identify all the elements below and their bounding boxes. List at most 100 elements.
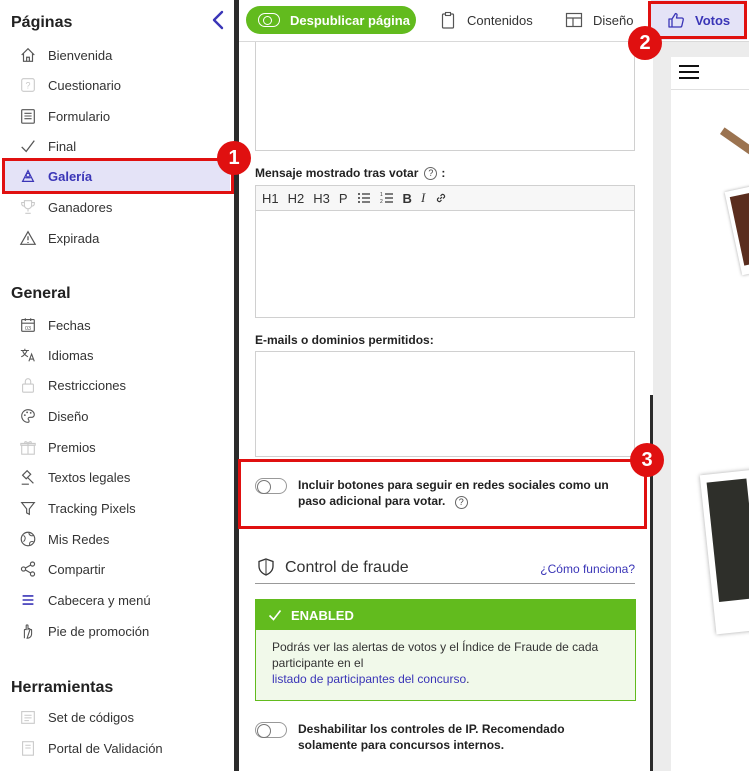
tab-contenidos[interactable]: Contenidos <box>439 0 533 40</box>
emails-label: E-mails o dominios permitidos: <box>255 333 434 347</box>
svg-text:?: ? <box>25 81 30 91</box>
sidebar-item-label: Restricciones <box>48 377 127 393</box>
gavel-icon <box>18 467 38 487</box>
translate-icon <box>18 345 38 365</box>
gift-icon <box>18 437 38 457</box>
sidebar-item-idiomas[interactable]: Idiomas <box>4 340 230 370</box>
callout-badge-1: 1 <box>217 141 251 175</box>
code-icon <box>18 707 38 727</box>
hamburger-menu-icon[interactable] <box>679 64 699 80</box>
fraud-enabled-panel: ENABLED Podrás ver las alertas de votos … <box>255 599 636 701</box>
participants-list-link[interactable]: listado de participantes del concurso <box>272 672 466 686</box>
preview-page <box>671 57 749 771</box>
how-it-works-link[interactable]: ¿Cómo funciona? <box>540 562 635 576</box>
calendar-icon: 03 <box>18 315 38 335</box>
enabled-period: . <box>466 672 470 686</box>
sidebar: Páginas Bienvenida ? Cuestionario Formul… <box>0 0 234 771</box>
help-icon[interactable]: ? <box>424 166 438 180</box>
previous-textarea[interactable] <box>255 42 635 151</box>
editor-panel: Mensaje mostrado tras votar ? : H1 H2 H3… <box>239 42 651 771</box>
sidebar-item-pie-promocion[interactable]: Pie de promoción <box>4 616 230 646</box>
home-icon <box>18 45 38 65</box>
hand-icon <box>18 621 38 641</box>
tab-diseno[interactable]: Diseño <box>565 0 633 40</box>
sidebar-item-label: Diseño <box>48 408 89 424</box>
link-icon[interactable] <box>434 191 448 205</box>
sidebar-item-textos-legales[interactable]: Textos legales <box>4 462 230 492</box>
svg-text:03: 03 <box>25 326 31 332</box>
sidebar-item-label: Final <box>48 138 77 154</box>
callout-badge-3: 3 <box>630 443 664 477</box>
ip-controls-toggle[interactable] <box>255 722 287 738</box>
sidebar-item-formulario[interactable]: Formulario <box>4 101 230 131</box>
clipboard-icon <box>439 11 457 29</box>
bold-icon[interactable]: B <box>403 191 412 206</box>
sidebar-item-tracking-pixels[interactable]: Tracking Pixels <box>4 493 230 523</box>
sidebar-item-restricciones[interactable]: Restricciones <box>4 370 230 400</box>
warning-icon <box>18 228 38 248</box>
sidebar-item-label: Fechas <box>48 317 91 333</box>
sidebar-item-label: Portal de Validación <box>48 740 163 756</box>
sidebar-item-ganadores[interactable]: Ganadores <box>4 192 230 222</box>
unpublish-button[interactable]: Despublicar página <box>246 6 416 34</box>
sidebar-item-mis-redes[interactable]: Mis Redes <box>4 524 230 554</box>
h3-button[interactable]: H3 <box>313 191 330 206</box>
portal-icon <box>18 738 38 758</box>
sidebar-item-label: Pie de promoción <box>48 623 150 639</box>
sidebar-item-label: Premios <box>48 439 96 455</box>
fraud-control-header: Control de fraude ¿Cómo funciona? <box>255 554 635 584</box>
sidebar-item-label: Set de códigos <box>48 709 135 725</box>
lock-icon <box>18 375 38 395</box>
layout-icon <box>565 11 583 29</box>
sidebar-item-compartir[interactable]: Compartir <box>4 554 230 584</box>
emails-textarea[interactable] <box>255 351 635 457</box>
collapse-sidebar-button[interactable] <box>209 10 227 30</box>
sidebar-item-final[interactable]: Final <box>4 131 230 161</box>
h1-button[interactable]: H1 <box>262 191 279 206</box>
enabled-header: ENABLED <box>256 600 635 630</box>
sidebar-item-expirada[interactable]: Expirada <box>4 223 230 253</box>
sidebar-item-fechas[interactable]: 03 Fechas <box>4 310 230 340</box>
sidebar-item-bienvenida[interactable]: Bienvenida <box>4 40 230 70</box>
menu-icon <box>18 590 38 610</box>
sidebar-item-label: Compartir <box>48 561 106 577</box>
bullet-list-icon[interactable] <box>357 191 371 205</box>
italic-icon[interactable]: I <box>421 190 425 206</box>
callout-box-votos <box>648 1 747 39</box>
sidebar-item-label: Textos legales <box>48 469 131 485</box>
section-title-paginas: Páginas <box>11 14 73 31</box>
callout-box-social <box>238 459 647 529</box>
enabled-label: ENABLED <box>291 607 354 623</box>
tab-label: Contenidos <box>467 12 533 28</box>
svg-text:1: 1 <box>380 192 383 198</box>
h2-button[interactable]: H2 <box>288 191 305 206</box>
enabled-description: Podrás ver las alertas de votos y el Índ… <box>256 630 635 687</box>
fraud-control-title: Control de fraude <box>285 559 409 576</box>
numbered-list-icon[interactable]: 12 <box>380 191 394 205</box>
sidebar-item-label: Mis Redes <box>48 531 110 547</box>
sidebar-item-portal-validacion[interactable]: Portal de Validación <box>4 733 230 763</box>
ip-controls-label: Deshabilitar los controles de IP. Recome… <box>298 722 565 752</box>
sidebar-item-label: Ganadores <box>48 199 113 215</box>
sidebar-item-premios[interactable]: Premios <box>4 432 230 462</box>
sidebar-item-set-codigos[interactable]: Set de códigos <box>4 702 230 732</box>
message-editor[interactable]: H1 H2 H3 P 12 B I <box>255 185 635 318</box>
sidebar-item-diseno[interactable]: Diseño <box>4 401 230 431</box>
shield-icon <box>258 558 274 576</box>
sidebar-item-cuestionario[interactable]: ? Cuestionario <box>4 70 230 100</box>
toggle-icon <box>258 13 280 27</box>
tab-label: Diseño <box>593 12 634 28</box>
message-label: Mensaje mostrado tras votar ? : <box>255 166 445 180</box>
preview-divider <box>671 89 749 90</box>
section-title-herramientas: Herramientas <box>11 679 114 696</box>
sidebar-item-label: Formulario <box>48 108 111 124</box>
sidebar-item-cabecera-menu[interactable]: Cabecera y menú <box>4 585 230 615</box>
message-label-text: Mensaje mostrado tras votar <box>255 166 419 180</box>
enabled-text: Podrás ver las alertas de votos y el Índ… <box>272 640 599 670</box>
share-icon <box>18 559 38 579</box>
check-icon <box>18 136 38 156</box>
unpublish-label: Despublicar página <box>290 12 410 28</box>
sidebar-item-label: Cuestionario <box>48 77 121 93</box>
callout-box-galeria <box>2 158 234 194</box>
paragraph-button[interactable]: P <box>339 191 348 206</box>
